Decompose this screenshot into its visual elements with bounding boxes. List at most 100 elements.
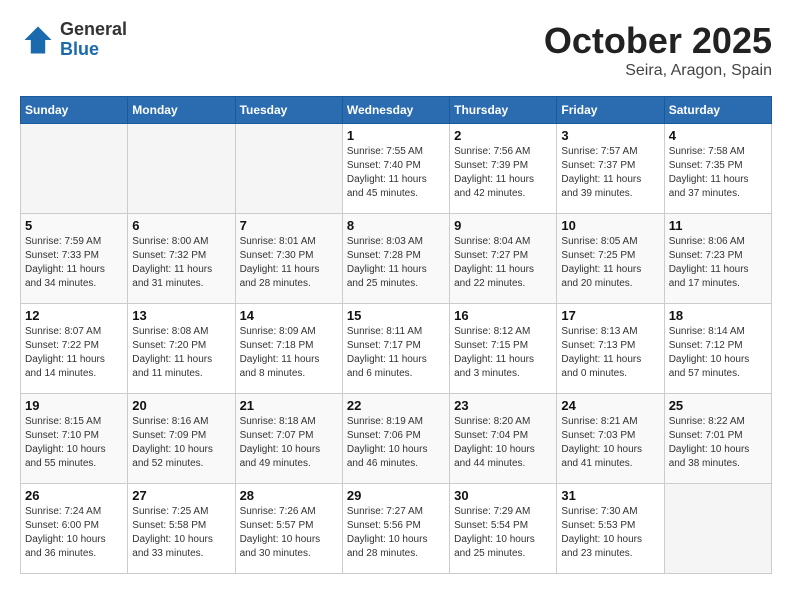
logo-general: General xyxy=(60,20,127,40)
day-number: 16 xyxy=(454,308,552,323)
day-info: Sunrise: 8:16 AM Sunset: 7:09 PM Dayligh… xyxy=(132,415,230,471)
calendar-cell: 26 Sunrise: 7:24 AM Sunset: 6:00 PM Dayli… xyxy=(21,484,128,574)
calendar-cell: 2Sunrise: 7:56 AM Sunset: 7:39 PM Daylig… xyxy=(450,124,557,214)
day-info: Sunrise: 8:14 AM Sunset: 7:12 PM Dayligh… xyxy=(669,325,767,381)
day-header-saturday: Saturday xyxy=(664,97,771,124)
day-info: Sunrise: 8:13 AM Sunset: 7:13 PM Dayligh… xyxy=(561,325,659,381)
day-info: Sunrise: 8:11 AM Sunset: 7:17 PM Dayligh… xyxy=(347,325,445,381)
calendar-cell: 7Sunrise: 8:01 AM Sunset: 7:30 PM Daylig… xyxy=(235,214,342,304)
calendar-cell: 10 Sunrise: 8:05 AM Sunset: 7:25 PM Dayli… xyxy=(557,214,664,304)
day-header-sunday: Sunday xyxy=(21,97,128,124)
day-number: 31 xyxy=(561,488,659,503)
day-header-tuesday: Tuesday xyxy=(235,97,342,124)
day-info: Sunrise: 8:22 AM Sunset: 7:01 PM Dayligh… xyxy=(669,415,767,471)
calendar-cell: 19Sunrise: 8:15 AM Sunset: 7:10 PM Dayli… xyxy=(21,394,128,484)
logo-blue: Blue xyxy=(60,40,127,60)
calendar-cell: 24Sunrise: 8:21 AM Sunset: 7:03 PM Dayli… xyxy=(557,394,664,484)
day-info: Sunrise: 7:29 AM Sunset: 5:54 PM Dayligh… xyxy=(454,505,552,561)
day-info: Sunrise: 7:26 AM Sunset: 5:57 PM Dayligh… xyxy=(240,505,338,561)
day-number: 6 xyxy=(132,218,230,233)
day-info: Sunrise: 7:30 AM Sunset: 5:53 PM Dayligh… xyxy=(561,505,659,561)
day-number: 20 xyxy=(132,398,230,413)
calendar-cell: 9Sunrise: 8:04 AM Sunset: 7:27 PM Daylig… xyxy=(450,214,557,304)
calendar-cell: 1Sunrise: 7:55 AM Sunset: 7:40 PM Daylig… xyxy=(342,124,449,214)
calendar-cell: 4 Sunrise: 7:58 AM Sunset: 7:35 PM Daylig… xyxy=(664,124,771,214)
day-info: Sunrise: 8:19 AM Sunset: 7:06 PM Dayligh… xyxy=(347,415,445,471)
day-info: Sunrise: 7:57 AM Sunset: 7:37 PM Dayligh… xyxy=(561,145,659,201)
page-header: General Blue October 2025 Seira, Aragon,… xyxy=(20,20,772,80)
day-number: 23 xyxy=(454,398,552,413)
day-number: 26 xyxy=(25,488,123,503)
logo: General Blue xyxy=(20,20,127,60)
calendar-cell: 30 Sunrise: 7:29 AM Sunset: 5:54 PM Dayli… xyxy=(450,484,557,574)
day-number: 9 xyxy=(454,218,552,233)
calendar-cell: 15Sunrise: 8:11 AM Sunset: 7:17 PM Dayli… xyxy=(342,304,449,394)
day-info: Sunrise: 7:59 AM Sunset: 7:33 PM Dayligh… xyxy=(25,235,123,291)
day-info: Sunrise: 7:24 AM Sunset: 6:00 PM Dayligh… xyxy=(25,505,123,561)
calendar-cell: 6 Sunrise: 8:00 AM Sunset: 7:32 PM Daylig… xyxy=(128,214,235,304)
day-number: 29 xyxy=(347,488,445,503)
day-number: 22 xyxy=(347,398,445,413)
day-info: Sunrise: 8:05 AM Sunset: 7:25 PM Dayligh… xyxy=(561,235,659,291)
day-header-friday: Friday xyxy=(557,97,664,124)
calendar-cell: 25Sunrise: 8:22 AM Sunset: 7:01 PM Dayli… xyxy=(664,394,771,484)
calendar-cell: 14Sunrise: 8:09 AM Sunset: 7:18 PM Dayli… xyxy=(235,304,342,394)
day-number: 7 xyxy=(240,218,338,233)
calendar-cell: 18 Sunrise: 8:14 AM Sunset: 7:12 PM Dayli… xyxy=(664,304,771,394)
calendar-cell: 27Sunrise: 7:25 AM Sunset: 5:58 PM Dayli… xyxy=(128,484,235,574)
day-number: 17 xyxy=(561,308,659,323)
day-header-wednesday: Wednesday xyxy=(342,97,449,124)
calendar-cell: 17 Sunrise: 8:13 AM Sunset: 7:13 PM Dayli… xyxy=(557,304,664,394)
calendar-cell: 8 Sunrise: 8:03 AM Sunset: 7:28 PM Daylig… xyxy=(342,214,449,304)
day-info: Sunrise: 7:27 AM Sunset: 5:56 PM Dayligh… xyxy=(347,505,445,561)
location: Seira, Aragon, Spain xyxy=(544,62,772,80)
title-block: October 2025 Seira, Aragon, Spain xyxy=(544,20,772,80)
logo-text: General Blue xyxy=(60,20,127,60)
calendar-cell xyxy=(128,124,235,214)
day-number: 21 xyxy=(240,398,338,413)
day-info: Sunrise: 8:08 AM Sunset: 7:20 PM Dayligh… xyxy=(132,325,230,381)
calendar-week-4: 19Sunrise: 8:15 AM Sunset: 7:10 PM Dayli… xyxy=(21,394,772,484)
day-number: 2 xyxy=(454,128,552,143)
day-info: Sunrise: 7:55 AM Sunset: 7:40 PM Dayligh… xyxy=(347,145,445,201)
calendar-cell: 28 Sunrise: 7:26 AM Sunset: 5:57 PM Dayli… xyxy=(235,484,342,574)
calendar-week-1: 1Sunrise: 7:55 AM Sunset: 7:40 PM Daylig… xyxy=(21,124,772,214)
day-header-monday: Monday xyxy=(128,97,235,124)
day-info: Sunrise: 8:07 AM Sunset: 7:22 PM Dayligh… xyxy=(25,325,123,381)
day-info: Sunrise: 8:18 AM Sunset: 7:07 PM Dayligh… xyxy=(240,415,338,471)
day-info: Sunrise: 8:00 AM Sunset: 7:32 PM Dayligh… xyxy=(132,235,230,291)
calendar-cell: 16 Sunrise: 8:12 AM Sunset: 7:15 PM Dayli… xyxy=(450,304,557,394)
day-info: Sunrise: 8:15 AM Sunset: 7:10 PM Dayligh… xyxy=(25,415,123,471)
calendar-cell: 13Sunrise: 8:08 AM Sunset: 7:20 PM Dayli… xyxy=(128,304,235,394)
calendar-cell: 31 Sunrise: 7:30 AM Sunset: 5:53 PM Dayli… xyxy=(557,484,664,574)
day-info: Sunrise: 8:20 AM Sunset: 7:04 PM Dayligh… xyxy=(454,415,552,471)
day-info: Sunrise: 8:03 AM Sunset: 7:28 PM Dayligh… xyxy=(347,235,445,291)
calendar-cell: 11 Sunrise: 8:06 AM Sunset: 7:23 PM Dayli… xyxy=(664,214,771,304)
day-info: Sunrise: 8:06 AM Sunset: 7:23 PM Dayligh… xyxy=(669,235,767,291)
calendar-cell xyxy=(664,484,771,574)
calendar-week-5: 26 Sunrise: 7:24 AM Sunset: 6:00 PM Dayli… xyxy=(21,484,772,574)
calendar-cell: 29 Sunrise: 7:27 AM Sunset: 5:56 PM Dayli… xyxy=(342,484,449,574)
month-title: October 2025 xyxy=(544,20,772,62)
day-header-thursday: Thursday xyxy=(450,97,557,124)
calendar-week-2: 5Sunrise: 7:59 AM Sunset: 7:33 PM Daylig… xyxy=(21,214,772,304)
day-number: 11 xyxy=(669,218,767,233)
day-info: Sunrise: 7:58 AM Sunset: 7:35 PM Dayligh… xyxy=(669,145,767,201)
day-number: 28 xyxy=(240,488,338,503)
day-number: 8 xyxy=(347,218,445,233)
calendar-cell: 12 Sunrise: 8:07 AM Sunset: 7:22 PM Dayli… xyxy=(21,304,128,394)
calendar-cell: 21 Sunrise: 8:18 AM Sunset: 7:07 PM Dayli… xyxy=(235,394,342,484)
day-number: 18 xyxy=(669,308,767,323)
day-number: 10 xyxy=(561,218,659,233)
day-number: 30 xyxy=(454,488,552,503)
calendar-cell xyxy=(235,124,342,214)
day-number: 4 xyxy=(669,128,767,143)
day-number: 27 xyxy=(132,488,230,503)
calendar-header-row: SundayMondayTuesdayWednesdayThursdayFrid… xyxy=(21,97,772,124)
day-number: 14 xyxy=(240,308,338,323)
calendar-cell xyxy=(21,124,128,214)
day-info: Sunrise: 8:12 AM Sunset: 7:15 PM Dayligh… xyxy=(454,325,552,381)
day-number: 12 xyxy=(25,308,123,323)
calendar-cell: 23 Sunrise: 8:20 AM Sunset: 7:04 PM Dayli… xyxy=(450,394,557,484)
logo-icon xyxy=(20,22,56,58)
